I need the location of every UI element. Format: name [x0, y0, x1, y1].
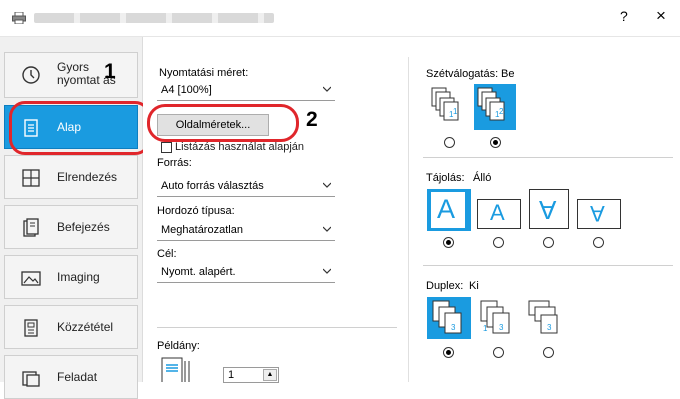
source-select[interactable]: Auto forrás választás	[157, 177, 335, 197]
orientation-label: Tájolás:	[426, 172, 465, 184]
destination-value: Nyomt. alapért.	[161, 266, 236, 278]
orientation-value: Álló	[473, 172, 492, 184]
publishing-icon	[24, 319, 38, 337]
orientation-portrait-option[interactable]: A	[427, 189, 471, 231]
uncollated-pages-icon: 1 1	[431, 87, 459, 121]
orientation-rotated-landscape-option[interactable]: A	[577, 199, 621, 229]
divider	[423, 157, 673, 158]
orientation-landscape-radio[interactable]	[493, 237, 504, 248]
window-title-blurred	[34, 13, 274, 23]
main-panel: Nyomtatási méret: A4 [100%] Oldalméretek…	[143, 37, 680, 383]
destination-label: Cél:	[157, 248, 177, 260]
duplex-off-option[interactable]: 3	[427, 297, 471, 339]
divider	[423, 265, 673, 266]
duplex-long-edge-icon: 1 3	[480, 300, 510, 334]
sidebar-item-publishing[interactable]: Közzététel	[4, 305, 138, 349]
copies-value: 1	[228, 369, 235, 381]
sidebar: Gyors nyomtat ás Alap Elrendezés Befejez…	[0, 37, 143, 399]
sidebar-item-quick-print[interactable]: Gyors nyomtat ás	[4, 52, 138, 98]
collate-off-option[interactable]: 1 1	[428, 84, 470, 130]
image-icon	[21, 271, 41, 286]
svg-text:3: 3	[451, 323, 456, 332]
duplex-short-edge-option[interactable]: 3	[525, 297, 569, 339]
svg-text:3: 3	[499, 323, 504, 332]
highlight-ring-basic	[9, 101, 151, 155]
highlight-ring-page-sizes	[147, 104, 299, 142]
source-value: Auto forrás választás	[161, 180, 264, 192]
duplex-off-radio[interactable]	[443, 347, 454, 358]
collate-value: Be	[501, 68, 515, 80]
sidebar-item-label: Imaging	[57, 270, 100, 284]
close-button[interactable]: ×	[656, 6, 666, 26]
media-type-label: Hordozó típusa:	[157, 205, 235, 217]
media-type-select[interactable]: Meghatározatlan	[157, 221, 335, 241]
orientation-portrait-radio[interactable]	[443, 237, 454, 248]
clock-icon	[22, 66, 40, 84]
print-size-value: A4 [100%]	[161, 84, 212, 96]
rotated-portrait-letter: A	[539, 195, 557, 225]
title-bar: ? ×	[0, 0, 680, 37]
orientation-rotated-portrait-option[interactable]: A	[529, 189, 569, 229]
job-icon	[22, 371, 40, 387]
copies-stepper[interactable]: 1 ▲	[223, 367, 279, 383]
sidebar-item-imaging[interactable]: Imaging	[4, 255, 138, 299]
sidebar-item-job[interactable]: Feladat	[4, 355, 138, 399]
source-label: Forrás:	[157, 157, 192, 169]
copies-stack-icon	[161, 357, 190, 382]
orientation-rotated-landscape-radio[interactable]	[593, 237, 604, 248]
chevron-down-icon	[323, 268, 331, 274]
sidebar-item-layout[interactable]: Elrendezés	[4, 155, 138, 199]
chevron-down-icon	[323, 182, 331, 188]
duplex-label: Duplex:	[426, 280, 464, 292]
list-based-label: Listázás használat alapján	[175, 141, 305, 153]
list-based-checkbox[interactable]	[161, 142, 172, 153]
svg-text:1: 1	[453, 107, 458, 116]
layout-grid-icon	[22, 169, 40, 187]
duplex-value: Ki	[469, 280, 479, 292]
sidebar-item-label: Elrendezés	[57, 170, 118, 184]
collate-label: Szétválogatás:	[426, 68, 499, 80]
collate-off-radio[interactable]	[444, 137, 455, 148]
copies-label: Példány:	[157, 340, 200, 352]
collate-on-radio[interactable]	[490, 137, 501, 148]
orientation-landscape-option[interactable]: A	[477, 199, 521, 229]
collated-pages-icon: 1 2	[477, 87, 505, 121]
sidebar-item-finishing[interactable]: Befejezés	[4, 205, 138, 249]
column-divider	[408, 57, 409, 382]
chevron-down-icon	[323, 86, 331, 92]
svg-text:3: 3	[547, 323, 552, 332]
orientation-rotated-portrait-radio[interactable]	[543, 237, 554, 248]
callout-number-1: 1	[104, 60, 116, 83]
help-button[interactable]: ?	[620, 8, 628, 24]
collate-on-option[interactable]: 1 2	[474, 84, 516, 130]
landscape-letter: A	[490, 200, 505, 225]
portrait-letter: A	[437, 194, 456, 224]
chevron-down-icon	[323, 226, 331, 232]
printer-icon	[12, 12, 26, 24]
simplex-pages-icon: 3	[432, 300, 462, 334]
duplex-short-edge-radio[interactable]	[543, 347, 554, 358]
duplex-short-edge-icon: 3	[528, 300, 558, 334]
duplex-long-edge-radio[interactable]	[493, 347, 504, 358]
sidebar-item-label: Befejezés	[57, 220, 110, 234]
sidebar-item-label: Közzététel	[57, 320, 114, 334]
finishing-icon	[23, 218, 39, 237]
svg-text:1: 1	[483, 324, 488, 333]
print-size-select[interactable]: A4 [100%]	[157, 81, 335, 101]
callout-number-2: 2	[306, 108, 318, 131]
media-type-value: Meghatározatlan	[161, 224, 243, 236]
destination-select[interactable]: Nyomt. alapért.	[157, 263, 335, 283]
rotated-landscape-letter: A	[590, 201, 605, 226]
print-size-label: Nyomtatási méret:	[159, 67, 249, 79]
duplex-long-edge-option[interactable]: 1 3	[477, 297, 521, 339]
stepper-up-button[interactable]: ▲	[263, 369, 277, 381]
svg-text:2: 2	[499, 107, 504, 116]
divider	[157, 327, 397, 328]
